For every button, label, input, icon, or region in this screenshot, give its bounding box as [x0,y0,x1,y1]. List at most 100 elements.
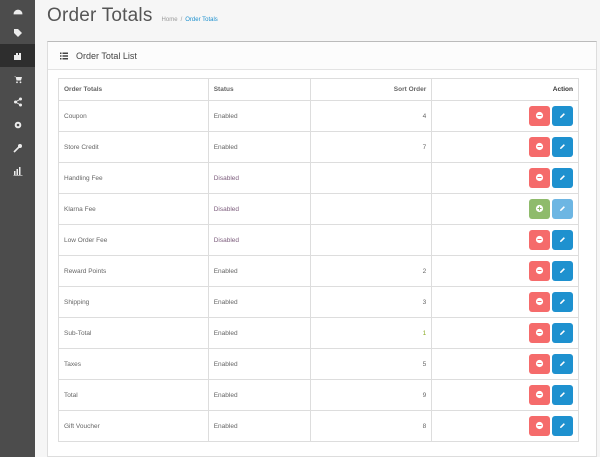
action-cell [431,100,579,132]
order-total-sort-order [309,193,433,225]
main-content: Order Totals Home / Order Totals Order Tot… [35,0,600,457]
uninstall-button[interactable] [529,230,550,250]
install-button[interactable] [529,199,550,219]
order-total-name: Low Order Fee [58,224,209,256]
column-header-sort-order: Sort Order [309,78,433,101]
order-total-name: Sub-Total [58,317,209,349]
uninstall-button[interactable] [529,292,550,312]
order-total-sort-order: 8 [309,410,433,442]
order-total-status: Enabled [207,255,311,287]
edit-button[interactable] [552,292,573,312]
action-cell [431,317,579,349]
order-total-status: Enabled [207,410,311,442]
sidebar [0,0,35,457]
order-total-name: Store Credit [58,131,209,163]
action-cell [431,348,579,380]
order-total-sort-order [309,224,433,256]
wrench-icon[interactable] [0,136,35,159]
panel-heading: Order Total List [48,42,596,70]
order-total-sort-order [309,162,433,194]
page-title: Order Totals [47,5,153,26]
action-cell [431,162,579,194]
order-total-name: Total [58,379,209,411]
order-total-status: Disabled [207,193,311,225]
uninstall-button[interactable] [529,137,550,157]
order-total-sort-order: 9 [309,379,433,411]
uninstall-button[interactable] [529,354,550,374]
action-cell [431,224,579,256]
order-totals-table: Order Totals Status Sort Order Action Co… [58,78,579,442]
order-total-name: Handling Fee [58,162,209,194]
page-header: Order Totals Home / Order Totals [47,5,218,27]
order-total-name: Shipping [58,286,209,318]
uninstall-button[interactable] [529,416,550,436]
order-total-name: Gift Voucher [58,410,209,442]
order-total-panel: Order Total List Order Totals Status Sor… [47,41,597,457]
order-total-sort-order: 3 [309,286,433,318]
order-total-name: Klarna Fee [58,193,209,225]
order-total-sort-order: 1 [309,317,433,349]
action-cell [431,255,579,287]
cog-icon[interactable] [0,113,35,136]
order-total-status: Enabled [207,348,311,380]
breadcrumb: Home / Order Totals [162,17,218,23]
table-row: Reward Points Enabled 2 [58,255,579,287]
puzzle-icon[interactable] [0,44,35,67]
edit-button[interactable] [552,230,573,250]
action-cell [431,410,579,442]
breadcrumb-home[interactable]: Home [162,17,178,23]
action-cell [431,379,579,411]
uninstall-button[interactable] [529,323,550,343]
tags-icon[interactable] [0,21,35,44]
uninstall-button[interactable] [529,261,550,281]
table-row: Coupon Enabled 4 [58,100,579,132]
table-row: Shipping Enabled 3 [58,286,579,318]
order-total-status: Enabled [207,317,311,349]
order-total-status: Enabled [207,100,311,132]
table-row: Taxes Enabled 5 [58,348,579,380]
order-total-name: Taxes [58,348,209,380]
order-total-status: Disabled [207,224,311,256]
uninstall-button[interactable] [529,106,550,126]
edit-button[interactable] [552,385,573,405]
panel-title: Order Total List [76,50,137,61]
table-header-row: Order Totals Status Sort Order Action [58,78,579,101]
table-row: Low Order Fee Disabled [58,224,579,256]
list-icon [60,52,68,59]
edit-button[interactable] [552,106,573,126]
uninstall-button[interactable] [529,385,550,405]
table-row: Gift Voucher Enabled 8 [58,410,579,442]
order-total-sort-order: 5 [309,348,433,380]
dashboard-icon[interactable] [0,0,35,23]
order-total-status: Enabled [207,379,311,411]
order-total-status: Enabled [207,131,311,163]
column-header-action: Action [431,78,579,101]
edit-button[interactable] [552,354,573,374]
edit-button[interactable] [552,137,573,157]
share-icon[interactable] [0,90,35,113]
uninstall-button[interactable] [529,168,550,188]
table-row: Sub-Total Enabled 1 [58,317,579,349]
table-row: Store Credit Enabled 7 [58,131,579,163]
edit-button[interactable] [552,323,573,343]
edit-button[interactable] [552,416,573,436]
edit-button[interactable] [552,261,573,281]
order-total-sort-order: 4 [309,100,433,132]
order-total-name: Reward Points [58,255,209,287]
cart-icon[interactable] [0,67,35,90]
action-cell [431,286,579,318]
order-total-name: Coupon [58,100,209,132]
bar-chart-icon[interactable] [0,159,35,182]
order-total-status: Disabled [207,162,311,194]
breadcrumb-current[interactable]: Order Totals [185,17,218,23]
order-total-sort-order: 7 [309,131,433,163]
edit-button[interactable] [552,168,573,188]
order-total-sort-order: 2 [309,255,433,287]
table-row: Klarna Fee Disabled [58,193,579,225]
column-header-order-totals[interactable]: Order Totals [58,78,209,101]
edit-button-disabled [552,199,573,219]
order-total-status: Enabled [207,286,311,318]
column-header-status: Status [207,78,311,101]
table-row: Total Enabled 9 [58,379,579,411]
table-row: Handling Fee Disabled [58,162,579,194]
